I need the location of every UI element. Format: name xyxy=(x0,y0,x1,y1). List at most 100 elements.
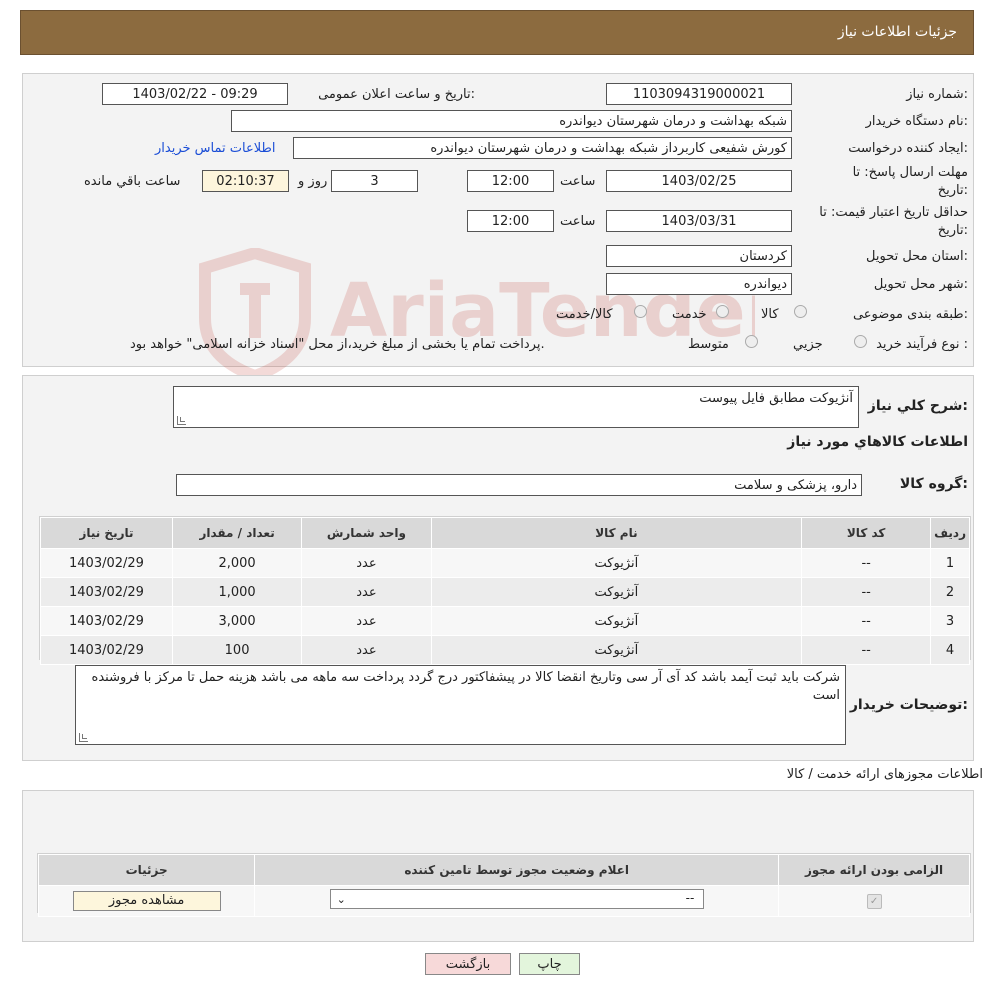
deadline-label: مهلت ارسال پاسخ: تا تاریخ: xyxy=(852,165,968,198)
permits-title: اطلاعات مجوزهای ارائه خدمت / کالا xyxy=(786,767,983,782)
cell-date: 1403/02/29 xyxy=(40,635,173,665)
category-radio-service[interactable] xyxy=(716,305,729,318)
description-text: آنژیوکت مطابق فایل پیوست xyxy=(699,391,853,406)
cell-date: 1403/02/29 xyxy=(40,606,173,636)
permits-table-header: الزامی بودن ارائه مجوز اعلام وضعیت مجوز … xyxy=(37,854,970,886)
city-field: دیواندره xyxy=(606,273,792,295)
group-field: دارو، پزشکی و سلامت xyxy=(176,474,862,496)
cell-quantity: 1,000 xyxy=(171,577,303,607)
cell-row: 1 xyxy=(930,548,970,578)
table-row: 1 -- آنژیوکت عدد 2,000 1403/02/29 xyxy=(40,548,970,578)
validity-time-field: 12:00 xyxy=(467,210,554,232)
permit-status-cell: ⌄ -- xyxy=(254,885,780,917)
cell-name: آنژیوکت xyxy=(430,577,803,607)
province-field: کردستان xyxy=(606,245,792,267)
col-name: نام کالا xyxy=(430,517,803,549)
permit-details-cell: مشاهده مجوز xyxy=(37,885,256,917)
cell-name: آنژیوکت xyxy=(430,606,803,636)
cell-unit: عدد xyxy=(301,548,432,578)
col-code: کد کالا xyxy=(801,517,932,549)
deadline-time-label: ساعت xyxy=(560,174,596,189)
buyer-label: نام دستگاه خریدار: xyxy=(865,114,968,129)
buyer-notes-label: توضیحات خریدار: xyxy=(849,697,968,713)
creator-label: ایجاد کننده درخواست: xyxy=(848,141,968,156)
category-radio-goods-service[interactable] xyxy=(634,305,647,318)
cell-date: 1403/02/29 xyxy=(40,577,173,607)
col-permit-details: جزئیات xyxy=(37,854,256,886)
need-number-field: 1103094319000021 xyxy=(606,83,792,105)
print-button[interactable]: چاپ xyxy=(519,953,580,975)
goods-section-title: اطلاعات کالاهاي مورد نياز xyxy=(787,434,968,450)
permits-table-frame: الزامی بودن ارائه مجوز اعلام وضعیت مجوز … xyxy=(37,853,971,917)
col-row: رديف xyxy=(930,517,970,549)
description-field[interactable]: آنژیوکت مطابق فایل پیوست xyxy=(173,386,859,428)
table-row: 3 -- آنژیوکت عدد 3,000 1403/02/29 xyxy=(40,606,970,636)
group-label: گروه کالا: xyxy=(899,476,968,492)
cell-row: 4 xyxy=(930,635,970,665)
cell-row: 2 xyxy=(930,577,970,607)
permit-status-value: -- xyxy=(685,891,695,905)
announce-field: 1403/02/22 - 09:29 xyxy=(102,83,288,105)
category-label: طبقه بندی موضوعی: xyxy=(852,307,968,322)
cell-quantity: 100 xyxy=(171,635,303,665)
cell-unit: عدد xyxy=(301,635,432,665)
chevron-down-icon: ⌄ xyxy=(336,893,346,906)
back-button[interactable]: بازگشت xyxy=(425,953,511,975)
table-row: 2 -- آنژیوکت عدد 1,000 1403/02/29 xyxy=(40,577,970,607)
cell-name: آنژیوکت xyxy=(430,635,803,665)
description-label: شرح كلي نياز: xyxy=(867,398,968,414)
validity-label: حداقل تاریخ اعتبار قیمت: تا تاریخ: xyxy=(819,205,968,238)
col-quantity: تعداد / مقدار xyxy=(171,517,303,549)
buyer-field: شبکه بهداشت و درمان شهرستان دیواندره xyxy=(231,110,792,132)
cell-code: -- xyxy=(801,548,932,578)
permit-status-select[interactable]: ⌄ -- xyxy=(329,889,704,909)
buyer-notes-field[interactable]: شرکت باید ثبت آیمد باشد کد آی آر سی وتار… xyxy=(75,665,846,745)
validity-time-label: ساعت xyxy=(560,214,596,229)
col-date: تاریخ نیاز xyxy=(40,517,173,549)
page-title: جزئیات اطلاعات نیاز xyxy=(837,24,957,40)
cell-code: -- xyxy=(801,606,932,636)
city-label: شهر محل تحویل: xyxy=(873,277,968,292)
days-field: 3 xyxy=(331,170,418,192)
validity-date-field: 1403/03/31 xyxy=(606,210,792,232)
remaining-label: ساعت باقي مانده xyxy=(84,174,181,189)
purchase-note: پرداخت تمام يا بخشی از مبلغ خريد،از محل … xyxy=(130,337,545,352)
col-permit-required: الزامی بودن ارائه مجوز xyxy=(778,854,970,886)
purchase-option-medium: متوسط xyxy=(688,337,729,352)
table-row: ✓ ⌄ -- مشاهده مجوز xyxy=(37,885,970,917)
category-radio-goods[interactable] xyxy=(794,305,807,318)
cell-date: 1403/02/29 xyxy=(40,548,173,578)
resize-grip-icon[interactable] xyxy=(177,416,186,425)
purchase-radio-minor[interactable] xyxy=(854,335,867,348)
page-header: جزئیات اطلاعات نیاز xyxy=(20,10,974,55)
cell-unit: عدد xyxy=(301,606,432,636)
goods-table-frame: رديف کد کالا نام کالا واحد شمارش تعداد /… xyxy=(39,516,971,665)
col-permit-status: اعلام وضعیت مجوز توسط تامین کننده xyxy=(254,854,780,886)
col-unit: واحد شمارش xyxy=(301,517,432,549)
days-label: روز و xyxy=(298,174,328,189)
cell-quantity: 2,000 xyxy=(171,548,303,578)
cell-code: -- xyxy=(801,635,932,665)
deadline-time-field: 12:00 xyxy=(467,170,554,192)
province-label: استان محل تحویل: xyxy=(866,249,968,264)
cell-code: -- xyxy=(801,577,932,607)
deadline-date-field: 1403/02/25 xyxy=(606,170,792,192)
purchase-label: نوع فرآیند خرید : xyxy=(876,337,968,352)
view-permit-button[interactable]: مشاهده مجوز xyxy=(72,891,221,911)
purchase-radio-medium[interactable] xyxy=(745,335,758,348)
buyer-notes-text: شرکت باید ثبت آیمد باشد کد آی آر سی وتار… xyxy=(91,670,840,703)
buyer-contact-link[interactable]: اطلاعات تماس خریدار xyxy=(155,141,275,156)
resize-grip-icon[interactable] xyxy=(79,733,88,742)
category-option-goods: کالا xyxy=(761,307,779,322)
announce-label: تاریخ و ساعت اعلان عمومی: xyxy=(318,87,475,102)
category-option-service: خدمت xyxy=(672,307,707,322)
watermark-logo: AriaTender.neT xyxy=(199,248,755,378)
goods-table: رديف کد کالا نام کالا واحد شمارش تعداد /… xyxy=(40,517,970,665)
creator-field: کورش شفیعی کاربرداز شبکه بهداشت و درمان … xyxy=(293,137,792,159)
required-checkbox[interactable]: ✓ xyxy=(866,894,882,909)
cell-name: آنژیوکت xyxy=(430,548,803,578)
cell-quantity: 3,000 xyxy=(171,606,303,636)
table-row: 4 -- آنژیوکت عدد 100 1403/02/29 xyxy=(40,635,970,665)
remaining-time-field: 02:10:37 xyxy=(202,170,289,192)
cell-row: 3 xyxy=(930,606,970,636)
